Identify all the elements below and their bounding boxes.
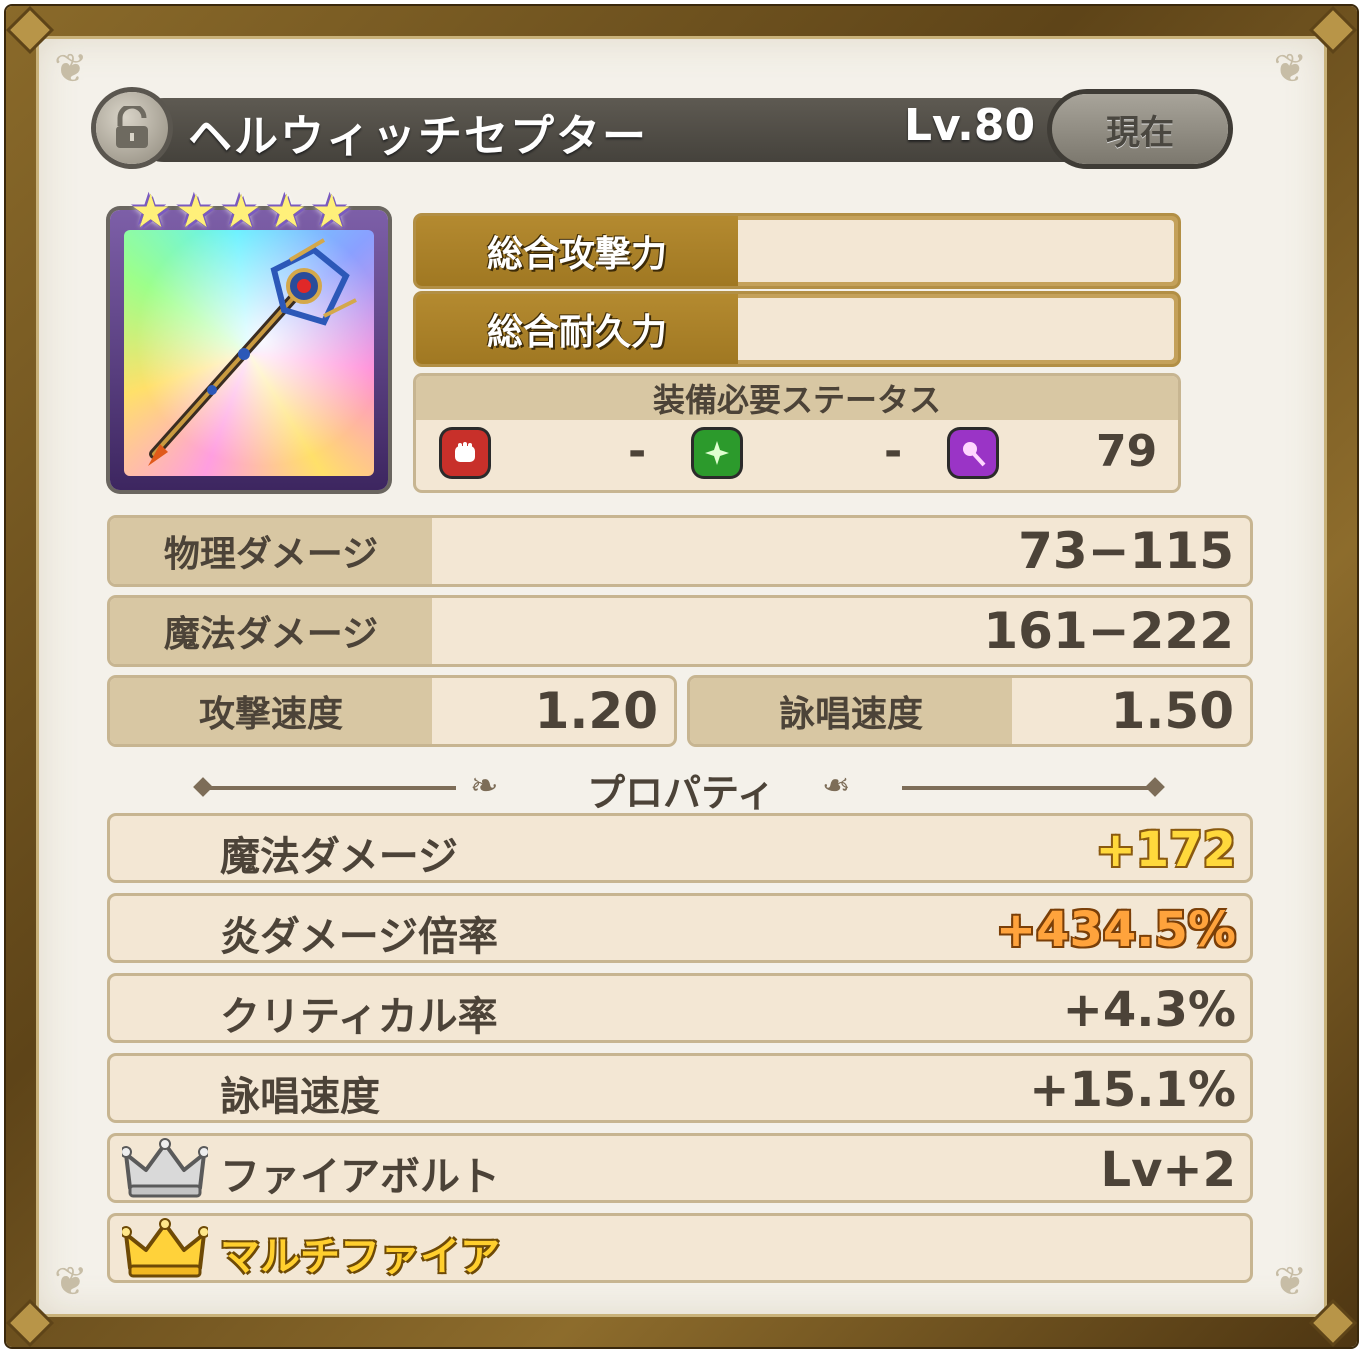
property-label: 詠唱速度 [220,1074,380,1120]
rarity-stars: ★ ★ ★ ★ ★ [130,188,352,234]
property-row: 詠唱速度 +15.1% [110,1056,1250,1120]
lock-toggle-button[interactable] [96,92,168,164]
divider-line [902,786,1152,790]
magic-damage-value: 161−222 [983,602,1234,660]
flourish-icon: ❦ [54,1259,88,1305]
item-name: ヘルウィッチセプター [188,111,648,162]
silver-crown-icon [122,1138,208,1198]
star-icon: ★ [175,184,217,238]
gold-crown-icon [122,1218,208,1278]
properties-heading: ❧ プロパティ ❧ [192,762,1170,815]
cast-speed-label: 詠唱速度 [690,678,1012,744]
clover-icon [694,430,740,476]
attack-speed-row: 攻撃速度 1.20 [110,678,674,744]
total-attack-value [738,220,1174,282]
property-row: 炎ダメージ倍率 +434.5% [110,896,1250,960]
skill-label: ファイアボルト [220,1154,500,1200]
star-icon: ★ [130,184,172,238]
property-label: 炎ダメージ倍率 [220,914,498,960]
skill-value: Lv+2 [1100,1142,1237,1198]
skill-label: マルチファイア [220,1234,500,1280]
flourish-icon: ❦ [1273,46,1307,92]
flourish-icon: ❧ [822,766,851,806]
physical-damage-row: 物理ダメージ 73−115 [110,518,1250,584]
magic-damage-label: 魔法ダメージ [110,598,432,664]
fist-icon [442,430,488,476]
property-value: +172 [1095,822,1236,878]
item-portrait [110,210,388,490]
current-button[interactable]: 現在 [1052,94,1228,164]
physical-damage-value: 73−115 [1018,522,1234,580]
skill-row: マルチファイア [110,1216,1250,1280]
skill-row: ファイアボルト Lv+2 [110,1136,1250,1200]
property-value: +15.1% [1029,1062,1236,1118]
wand-icon [950,430,996,476]
star-icon: ★ [265,184,307,238]
physical-damage-label: 物理ダメージ [110,518,432,584]
total-durability-value [738,298,1174,360]
required-stats-title: 装備必要ステータス [416,376,1178,420]
star-icon: ★ [220,184,262,238]
required-dexterity-value: - [884,426,903,477]
cast-speed-row: 詠唱速度 1.50 [690,678,1250,744]
required-strength-value: - [628,426,647,477]
cast-speed-value: 1.50 [1110,682,1234,740]
attack-speed-value: 1.20 [534,682,658,740]
total-attack-label: 総合攻撃力 [416,216,738,286]
property-row: クリティカル率 +4.3% [110,976,1250,1040]
item-level: Lv.80 [904,100,1036,151]
total-durability-label: 総合耐久力 [416,294,738,364]
magic-damage-row: 魔法ダメージ 161−222 [110,598,1250,664]
item-portrait-bg [124,230,374,476]
property-value: +434.5% [995,902,1236,958]
property-row: 魔法ダメージ +172 [110,816,1250,880]
total-durability-bar: 総合耐久力 [416,294,1178,364]
unlock-icon [116,106,148,148]
required-stats-panel: 装備必要ステータス - - 79 [416,376,1178,490]
flourish-icon: ❦ [54,46,88,92]
staff-icon [148,238,357,466]
flourish-icon: ❦ [1273,1259,1307,1305]
star-icon: ★ [311,184,353,238]
property-value: +4.3% [1062,982,1236,1038]
total-attack-bar: 総合攻撃力 [416,216,1178,286]
attack-speed-label: 攻撃速度 [110,678,432,744]
property-label: 魔法ダメージ [220,834,458,880]
required-intelligence-value: 79 [1096,426,1158,477]
item-header: ヘルウィッチセプター Lv.80 現在 [92,92,1232,170]
property-label: クリティカル率 [220,994,498,1040]
